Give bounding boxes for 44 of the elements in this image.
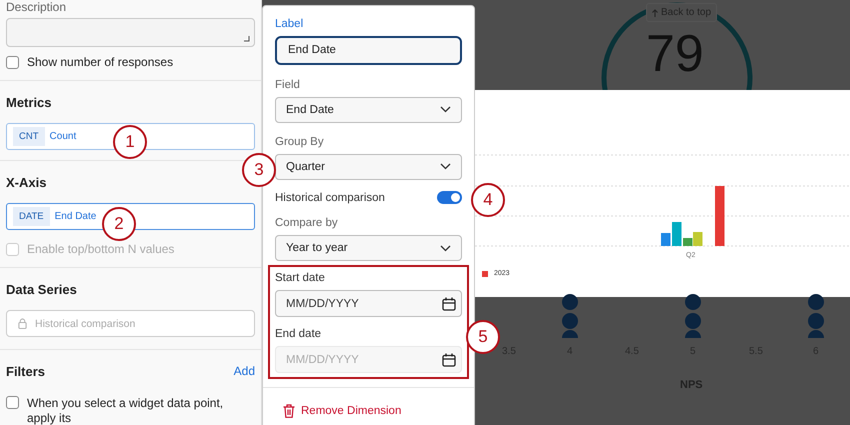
field-label: Compare by (275, 217, 339, 229)
lock-icon (18, 318, 27, 329)
gauge-value: 79 (646, 28, 704, 80)
section-title: Data Series (6, 282, 78, 297)
chevron-down-icon (440, 163, 451, 170)
group-by-dropdown[interactable]: Quarter (275, 154, 462, 180)
field-placeholder: Historical comparison (35, 318, 136, 330)
field-label: Field (275, 78, 301, 91)
type-tag: DATE (13, 207, 50, 226)
checkbox[interactable] (6, 396, 19, 409)
chevron-down-icon (440, 244, 451, 252)
date-field[interactable]: MM/DD/YYYY (275, 290, 462, 318)
checkbox-label: When you select a widget data point, apply its (27, 396, 224, 425)
dimension-name: End Date (54, 211, 96, 222)
remove-dimension-button[interactable]: Remove Dimension (275, 388, 410, 425)
type-tag: CNT (13, 127, 45, 146)
calendar-icon (442, 296, 456, 311)
field-label: Group By (275, 136, 325, 148)
section-title: Filters (6, 364, 46, 379)
section-title: X-Axis (6, 175, 48, 190)
label-input[interactable]: End Date (275, 36, 462, 65)
toggle-label: Historical comparison (275, 192, 385, 204)
field-label: End date (275, 328, 322, 340)
field-dropdown[interactable]: End Date (275, 96, 462, 123)
description-label: Description (6, 0, 68, 14)
description-field[interactable] (6, 18, 255, 47)
trash-icon (283, 404, 295, 418)
checkbox-label: Enable top/bottom N values (27, 242, 174, 257)
toggle-switch[interactable] (437, 191, 462, 204)
add-link[interactable]: Add (234, 364, 255, 378)
section-title: Metrics (6, 95, 53, 110)
field-label: Start date (275, 272, 326, 284)
data-point (808, 294, 824, 310)
data-point (685, 294, 701, 310)
data-point (562, 294, 578, 310)
checkbox-label: Show number of responses (27, 55, 174, 70)
resize-grip-icon (244, 36, 250, 42)
field-label: Label (275, 18, 304, 30)
chevron-down-icon (440, 106, 451, 114)
up-arrow-icon (652, 8, 658, 16)
calendar-icon (442, 352, 456, 367)
metric-name: Count (50, 131, 76, 142)
compare-by-dropdown[interactable]: Year to year (275, 235, 462, 262)
checkbox[interactable] (6, 56, 19, 69)
